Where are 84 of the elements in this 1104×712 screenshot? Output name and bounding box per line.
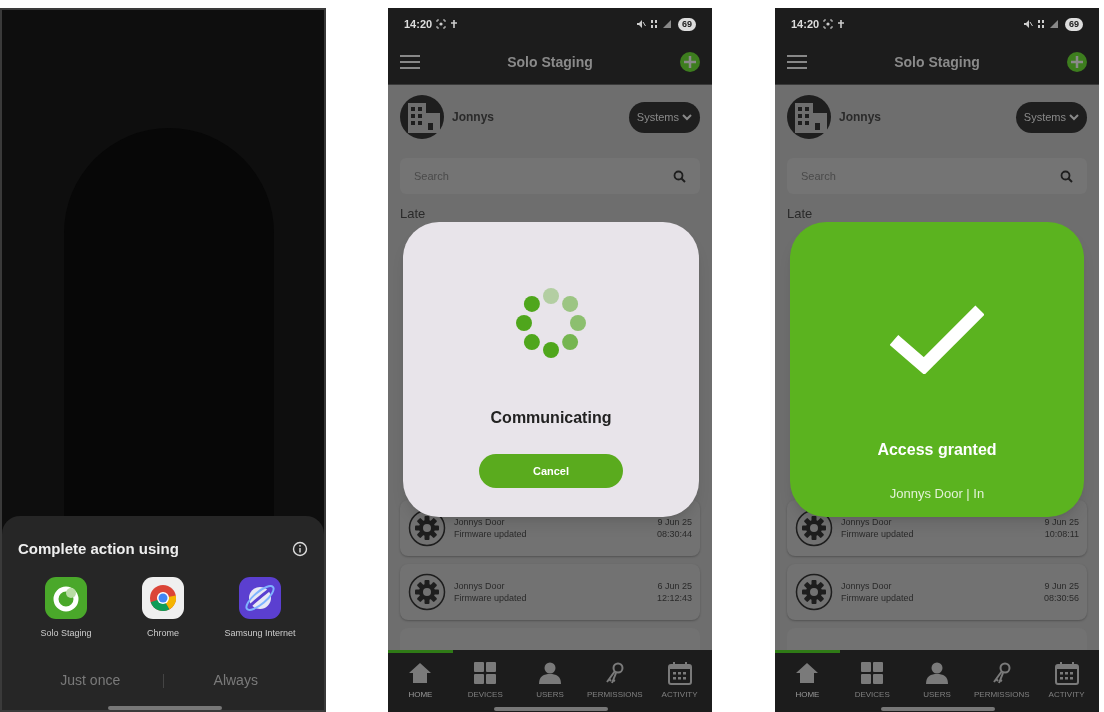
menu-icon[interactable] [400,55,420,69]
activity-time: 10:08:11 [1044,528,1079,540]
status-time: 14:20 [404,16,433,32]
devices-icon [860,661,885,685]
mute-icon [1023,19,1033,29]
section-heading: Late [787,206,813,221]
building-icon [400,95,444,139]
screenshot-icon [823,19,834,29]
nav-tab[interactable]: DEVICES [452,650,518,712]
device-name: Jonnys Door [454,580,506,592]
app-option[interactable]: Samsung Internet [212,576,308,640]
activity-icon [1054,661,1079,685]
activity-date: 9 Jun 25 [1044,516,1079,528]
app-title: Solo Staging [894,52,980,72]
battery-badge: 69 [678,17,696,31]
activity-icon [667,661,692,685]
nav-tab[interactable]: HOME [775,650,840,712]
chevron-down-icon [1069,113,1079,121]
nav-tab[interactable]: ACTIVITY [1034,650,1099,712]
nav-tab[interactable]: USERS [517,650,583,712]
battery-badge: 69 [1065,17,1083,31]
nav-tab[interactable]: PERMISSIONS [582,650,648,712]
activity-time: 08:30:44 [656,528,692,540]
activity-date: 9 Jun 25 [657,516,692,528]
app-option[interactable]: Chrome [115,576,211,640]
sheet-title: Complete action using [18,539,179,559]
activity-date: 6 Jun 25 [657,580,692,592]
action-button[interactable]: Just once [18,670,163,691]
activity-card[interactable]: Jonnys Door Firmware updated 9 Jun 25 08:30:56 [787,564,1087,620]
event-text: Firmware updated [454,528,528,540]
device-name: Jonnys Door [841,516,893,528]
signal-icon [1049,19,1059,29]
nav-tab[interactable]: DEVICES [839,650,905,712]
dialog-title: Access granted [877,440,997,460]
dialog-title: Communicating [490,408,612,428]
search-icon[interactable] [1060,170,1073,183]
menu-icon[interactable] [787,55,807,69]
device-name: Jonnys Door [454,516,506,528]
event-text: Firmware updated [841,592,915,604]
event-text: Firmware updated [454,592,528,604]
activity-time: 12:12:43 [656,592,692,604]
home-icon [795,661,820,685]
network-icon [650,19,658,29]
nav-tab[interactable]: PERMISSIONS [969,650,1035,712]
event-text: Firmware updated [841,528,915,540]
checkmark-icon [890,304,984,374]
spinner-icon [516,288,586,358]
activity-card[interactable]: Jonnys Door Firmware updated 6 Jun 25 12:12:43 [400,564,700,620]
device-name: Jonnys Door [841,580,893,592]
devices-icon [473,661,498,685]
app-option[interactable]: Solo Staging [18,576,114,640]
network-icon [1037,19,1045,29]
app-icon [239,576,281,619]
screenshot-icon [436,19,447,29]
plus-icon[interactable] [680,52,700,72]
systems-dropdown[interactable]: Systems [1015,101,1087,133]
gear-icon [408,573,446,611]
info-icon[interactable] [292,541,308,558]
home-icon [408,661,433,685]
plus-icon[interactable] [1067,52,1087,72]
users-icon [925,661,949,685]
dialog-subtitle: Jonnys Door | In [889,485,985,503]
nav-tab[interactable]: ACTIVITY [647,650,712,712]
chevron-down-icon [682,113,692,121]
activity-time: 08:30:56 [1043,592,1079,604]
section-heading: Late [400,206,426,221]
site-name: Jonnys [839,109,881,126]
nav-tab[interactable]: HOME [388,650,453,712]
activity-date: 9 Jun 25 [1044,580,1079,592]
mute-icon [636,19,646,29]
app-title: Solo Staging [507,52,593,72]
signal-icon [662,19,672,29]
search-icon[interactable] [673,170,686,183]
gear-icon [795,573,833,611]
status-time: 14:20 [791,16,820,32]
cancel-button[interactable]: Cancel [479,454,623,488]
site-name: Jonnys [452,109,494,126]
nav-tab[interactable]: USERS [904,650,970,712]
app-icon [45,576,87,619]
users-icon [538,661,562,685]
app-icon [142,576,184,619]
building-icon [787,95,831,139]
systems-dropdown[interactable]: Systems [628,101,700,133]
action-button[interactable]: Always [163,670,308,691]
